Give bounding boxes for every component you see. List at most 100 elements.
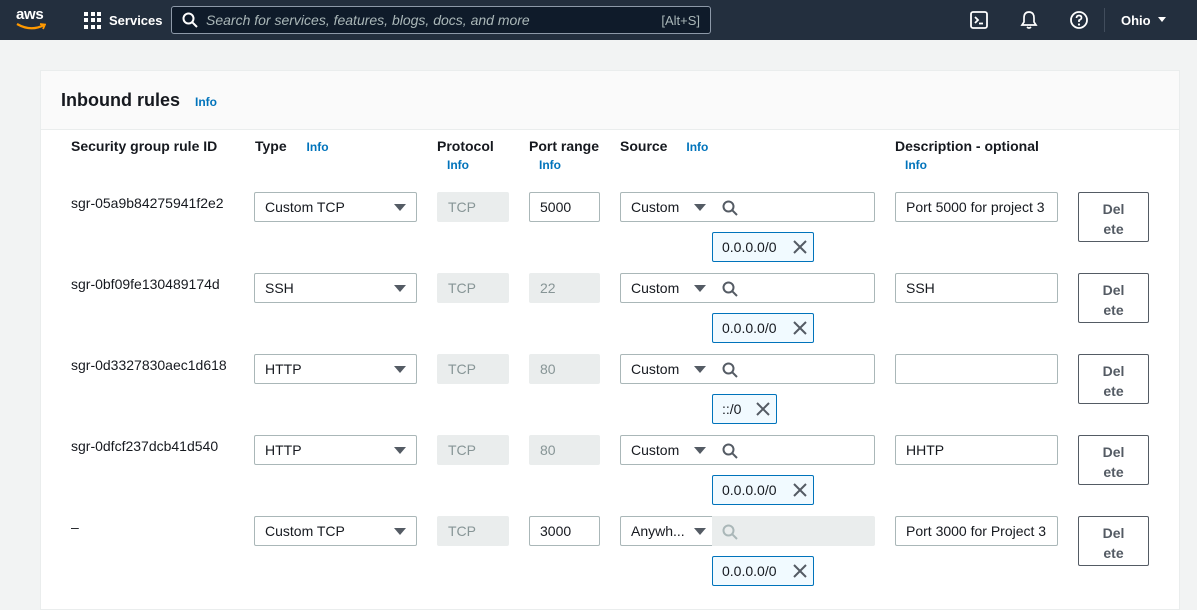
delete-label-line1: Del xyxy=(1102,201,1125,217)
delete-label-line2: ete xyxy=(1103,302,1124,318)
global-search-input[interactable] xyxy=(206,12,662,28)
description-info-link[interactable]: Info xyxy=(905,158,1039,172)
source-select[interactable]: Anywh... xyxy=(620,516,713,546)
source-select-value: Anywh... xyxy=(631,523,685,539)
cloudshell-icon[interactable] xyxy=(969,10,989,30)
help-icon[interactable] xyxy=(1069,10,1089,30)
protocol-info-link[interactable]: Info xyxy=(447,158,494,172)
type-select[interactable]: Custom TCP xyxy=(254,192,417,222)
search-icon xyxy=(182,12,198,28)
type-info-link[interactable]: Info xyxy=(307,140,329,154)
description-input[interactable]: HHTP xyxy=(895,435,1058,465)
source-cidr-search-input[interactable] xyxy=(712,192,875,222)
caret-down-icon xyxy=(394,204,406,211)
caret-down-icon xyxy=(694,447,706,454)
column-header-protocol-label: Protocol xyxy=(437,138,494,154)
port-range-input[interactable]: 5000 xyxy=(529,192,600,222)
cidr-token: 0.0.0.0/0 xyxy=(712,556,814,586)
close-icon[interactable] xyxy=(793,483,807,497)
column-header-source: Source Info xyxy=(620,138,708,154)
protocol-field: TCP xyxy=(437,516,509,546)
delete-label-line1: Del xyxy=(1102,363,1125,379)
cidr-token-label: 0.0.0.0/0 xyxy=(722,239,777,255)
source-select-value: Custom xyxy=(631,199,680,215)
source-cidr-search-input xyxy=(712,516,875,546)
source-select[interactable]: Custom xyxy=(620,192,713,222)
delete-label-line2: ete xyxy=(1103,545,1124,561)
rule-id: – xyxy=(71,519,79,535)
column-header-source-label: Source xyxy=(620,138,668,154)
rule-id: sgr-0bf09fe130489174d xyxy=(71,276,220,292)
bell-icon[interactable] xyxy=(1019,10,1039,30)
source-select-value: Custom xyxy=(631,442,680,458)
type-select[interactable]: HTTP xyxy=(254,435,417,465)
delete-rule-button[interactable]: Del ete xyxy=(1078,354,1149,404)
protocol-field: TCP xyxy=(437,435,509,465)
column-header-protocol: Protocol Info xyxy=(437,138,494,172)
source-cidr-search-input[interactable] xyxy=(712,273,875,303)
services-menu-button[interactable]: Services xyxy=(84,0,163,40)
cidr-token-label: 0.0.0.0/0 xyxy=(722,482,777,498)
rule-id: sgr-0d3327830aec1d618 xyxy=(71,357,227,373)
column-header-rule-id: Security group rule ID xyxy=(71,138,218,154)
delete-label-line2: ete xyxy=(1103,221,1124,237)
caret-down-icon xyxy=(394,366,406,373)
search-icon xyxy=(722,362,738,378)
type-select-value: SSH xyxy=(265,280,294,296)
delete-rule-button[interactable]: Del ete xyxy=(1078,435,1149,485)
region-selector[interactable]: Ohio xyxy=(1121,0,1167,40)
close-icon[interactable] xyxy=(793,240,807,254)
panel-header: Inbound rules Info xyxy=(41,71,1179,130)
source-select[interactable]: Custom xyxy=(620,354,713,384)
delete-rule-button[interactable]: Del ete xyxy=(1078,516,1149,566)
column-header-type-label: Type xyxy=(255,138,287,154)
aws-smile-icon xyxy=(16,23,46,30)
source-select-value: Custom xyxy=(631,280,680,296)
close-icon[interactable] xyxy=(793,564,807,578)
type-select[interactable]: SSH xyxy=(254,273,417,303)
source-info-link[interactable]: Info xyxy=(686,140,708,154)
type-select[interactable]: Custom TCP xyxy=(254,516,417,546)
port-range-info-link[interactable]: Info xyxy=(539,158,599,172)
description-input[interactable]: Port 3000 for Project 3 xyxy=(895,516,1058,546)
description-input[interactable]: Port 5000 for project 3 xyxy=(895,192,1058,222)
column-header-description-label: Description - optional xyxy=(895,138,1039,154)
source-cidr-search-input[interactable] xyxy=(712,435,875,465)
close-icon[interactable] xyxy=(793,321,807,335)
caret-down-icon xyxy=(694,285,706,292)
delete-label-line1: Del xyxy=(1102,444,1125,460)
search-icon xyxy=(722,281,738,297)
cidr-token: 0.0.0.0/0 xyxy=(712,313,814,343)
info-link[interactable]: Info xyxy=(195,95,217,109)
close-icon[interactable] xyxy=(756,402,770,416)
cidr-token: ::/0 xyxy=(712,394,777,424)
description-input[interactable]: SSH xyxy=(895,273,1058,303)
type-select[interactable]: HTTP xyxy=(254,354,417,384)
delete-label-line2: ete xyxy=(1103,464,1124,480)
global-search-box[interactable]: [Alt+S] xyxy=(171,6,711,34)
protocol-field: TCP xyxy=(437,273,509,303)
delete-rule-button[interactable]: Del ete xyxy=(1078,273,1149,323)
type-select-value: HTTP xyxy=(265,442,302,458)
source-cidr-search-input[interactable] xyxy=(712,354,875,384)
panel-title: Inbound rules xyxy=(61,89,180,110)
cidr-token-label: 0.0.0.0/0 xyxy=(722,320,777,336)
description-input[interactable] xyxy=(895,354,1058,384)
source-select[interactable]: Custom xyxy=(620,273,713,303)
caret-down-icon xyxy=(394,447,406,454)
rule-id: sgr-05a9b84275941f2e2 xyxy=(71,195,224,211)
search-icon xyxy=(722,443,738,459)
type-select-value: HTTP xyxy=(265,361,302,377)
caret-down-icon xyxy=(694,366,706,373)
delete-label-line2: ete xyxy=(1103,383,1124,399)
delete-rule-button[interactable]: Del ete xyxy=(1078,192,1149,242)
search-icon xyxy=(722,524,738,540)
region-label: Ohio xyxy=(1121,12,1151,28)
port-range-input[interactable]: 3000 xyxy=(529,516,600,546)
caret-down-icon xyxy=(694,204,706,211)
aws-logo[interactable]: aws xyxy=(16,7,52,33)
column-header-description: Description - optional Info xyxy=(895,138,1039,172)
port-range-field: 22 xyxy=(529,273,600,303)
nav-divider xyxy=(1104,8,1105,32)
source-select[interactable]: Custom xyxy=(620,435,713,465)
